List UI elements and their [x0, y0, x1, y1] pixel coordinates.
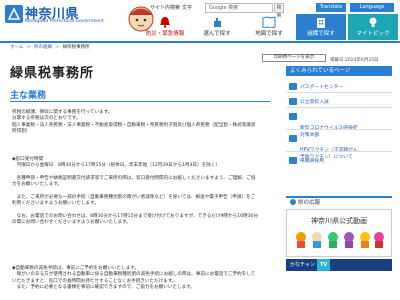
search-button[interactable]: 検索: [274, 3, 284, 19]
prefecture-emblem-icon: [5, 5, 23, 23]
section-dot-icon: [290, 199, 296, 205]
text-line: 個人事業税・法人県民税・法人事業税・不動産取得税・自動車税・県民税利子割及び個人…: [12, 122, 256, 128]
nav-disaster[interactable]: 防災・緊急情報: [140, 14, 190, 40]
translate-button[interactable]: Translate: [316, 3, 346, 12]
nav-browse[interactable]: 選んで探す: [192, 14, 242, 40]
site-search-link[interactable]: サイト内検索: [150, 4, 180, 11]
nav-map-label: 地図で探す: [255, 31, 283, 37]
header-divider: [0, 41, 400, 43]
search-input[interactable]: Google 検索: [205, 3, 273, 13]
promo-characters-image: [296, 232, 384, 248]
popular-item-high-school[interactable]: 公立高校入試: [286, 98, 392, 105]
page-icon: [289, 135, 297, 142]
site-logo[interactable]: 神奈川県 Kanagawa Prefectural Government: [5, 1, 113, 39]
site-header: 神奈川県 Kanagawa Prefectural Government サイト…: [0, 0, 400, 42]
breadcrumb-separator: >: [55, 45, 60, 50]
breadcrumb-organization[interactable]: 県の組織: [34, 45, 52, 50]
text-line: また、予約に必要となる書類を事前に確認できますので、ご協力をお願いいたします。: [12, 284, 195, 290]
section-divider: [10, 101, 270, 102]
text-line: 障がいのある方が使用される自動車に係る自動車税種別割の減免手続にお越しの際は、事…: [12, 272, 256, 278]
vehicle-tax-paragraph: ◆自動車税の減免手続は、事前にご予約をお願いいたします。 障がいのある方が使用さ…: [12, 266, 282, 291]
text-line: の間にお問い合わせくださいますようお願いいたします。: [12, 219, 131, 225]
page-icon: [289, 113, 297, 120]
page-icon: [289, 98, 297, 105]
office-hours-paragraph: ◆窓口受付時間 月曜日から金曜日 8時30分から17時15分（祝休日、年末年始（…: [12, 157, 282, 226]
popular-item-recruitment[interactable]: 県職員採用: [286, 157, 392, 164]
popular-pages-heading: よくみられているページ: [286, 66, 392, 76]
popular-item-label: 公立高校入試: [300, 100, 329, 105]
pr-heading-label: 県の広報: [298, 200, 321, 206]
breadcrumb-separator: >: [26, 45, 31, 50]
nav-my-topic[interactable]: マイトピック: [348, 14, 398, 40]
building-icon: [317, 18, 325, 28]
nav-organization[interactable]: 組織で探す: [296, 14, 346, 40]
bell-icon: [160, 17, 170, 28]
breadcrumb: ホーム > 県の組織 > 緑県税事務所: [10, 44, 92, 50]
list-divider: [286, 107, 392, 108]
nav-map[interactable]: 地図で探す: [244, 14, 294, 40]
page-title: 緑県税事務所: [10, 66, 95, 81]
bulb-icon: [369, 17, 377, 27]
map-icon: [262, 16, 276, 28]
list-divider: [286, 129, 392, 130]
nav-organization-label: 組織で探す: [307, 31, 335, 37]
text-line: 所得割）: [12, 128, 31, 134]
kanachan-tv-banner[interactable]: かなチャン TV: [286, 259, 392, 271]
text-size-link[interactable]: 文字: [182, 4, 192, 11]
publish-date: 掲載日:2024年6月25日: [330, 58, 379, 63]
page-icon: [289, 83, 297, 90]
nav-disaster-label: 防災・緊急情報: [145, 31, 185, 37]
page-icon: [289, 157, 297, 164]
breadcrumb-home[interactable]: ホーム: [10, 45, 23, 50]
kanachan-label: かなチャン: [290, 262, 315, 268]
list-divider: [286, 151, 392, 152]
promo-title: 神奈川県公式動画: [311, 217, 367, 225]
duties-paragraph: 県税の賦課、徴収に関する事務を行っています。 分掌する県税は次のとおりです。 個…: [12, 110, 282, 135]
print-view-button[interactable]: 印刷用ページを表示: [262, 54, 326, 62]
list-divider: [286, 92, 392, 93]
official-video-banner[interactable]: 神奈川県公式動画: [286, 209, 392, 257]
popular-item-passport[interactable]: パスポートセンター: [286, 83, 392, 90]
popular-item-label: 県職員採用: [300, 159, 324, 164]
section-heading: 主な業務: [10, 91, 47, 101]
nav-browse-label: 選んで探す: [203, 31, 231, 37]
hand-icon: [214, 18, 221, 27]
pr-heading: 県の広報: [286, 196, 392, 206]
popular-item-label: パスポートセンター: [300, 85, 344, 90]
language-button[interactable]: Language: [350, 3, 394, 12]
breadcrumb-current: 緑県税事務所: [62, 45, 90, 50]
logo-subtitle: Kanagawa Prefectural Government: [25, 19, 104, 24]
nav-my-topic-label: マイトピック: [356, 31, 390, 37]
kanachan-tv-badge: TV: [316, 259, 331, 271]
